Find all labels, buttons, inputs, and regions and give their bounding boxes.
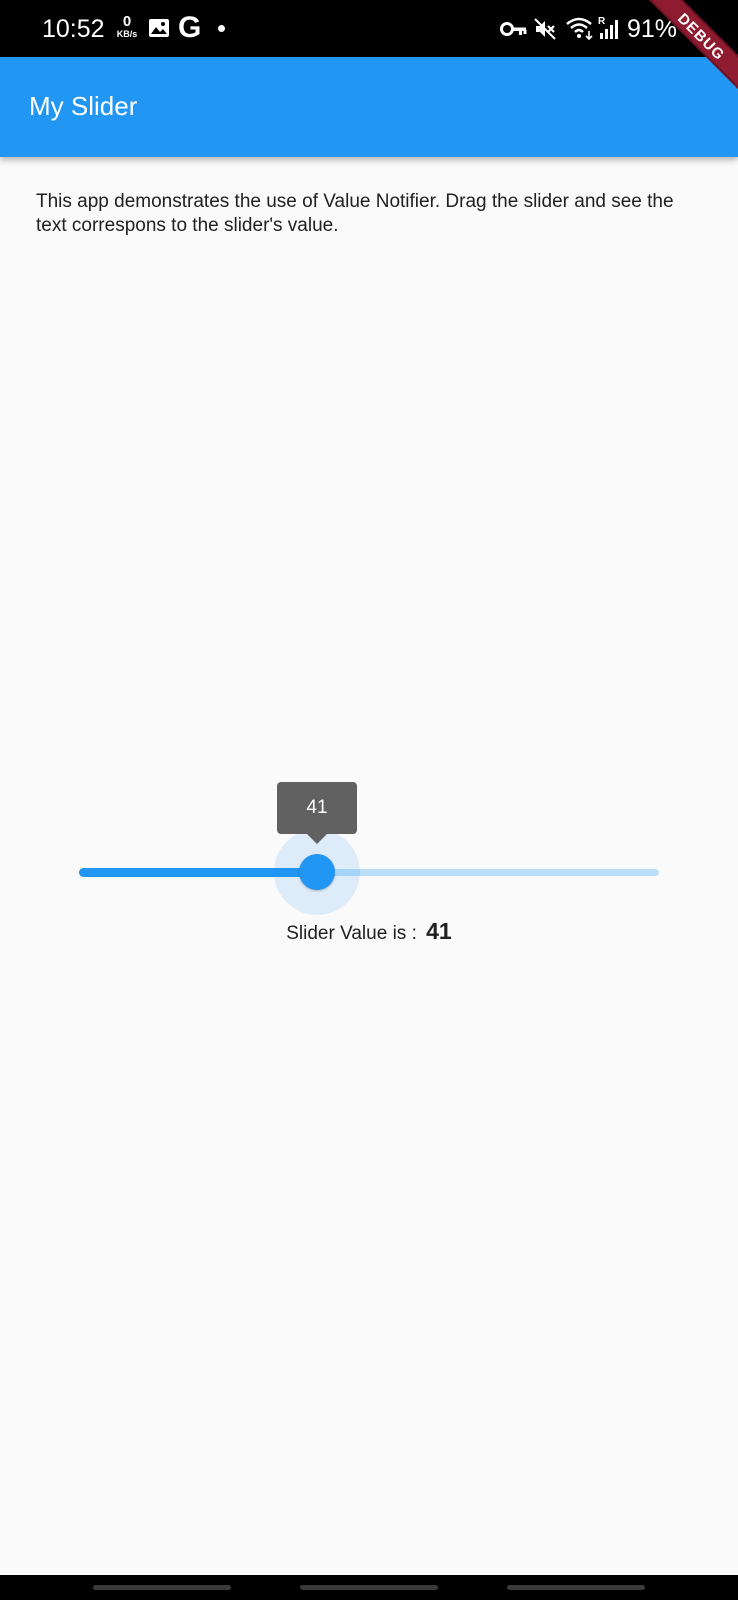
nav-recents-handle[interactable]	[93, 1585, 231, 1590]
nav-back-handle[interactable]	[507, 1585, 645, 1590]
slider-value-prefix: Slider Value is :	[286, 923, 423, 944]
notification-dot-icon	[218, 25, 225, 32]
slider-value-indicator: 41	[277, 782, 357, 844]
system-nav-bar	[0, 1575, 738, 1600]
vpn-key-icon	[500, 20, 528, 43]
net-speed-indicator: 0 KB/s	[114, 14, 140, 39]
slider-thumb[interactable]	[299, 854, 335, 890]
net-speed-value: 0	[122, 13, 132, 30]
svg-text:R: R	[598, 16, 606, 27]
slider-value-text: Slider Value is : 41	[0, 918, 738, 947]
signal-icon: R	[598, 15, 622, 46]
google-icon: G	[178, 11, 202, 44]
status-time: 10:52	[42, 15, 105, 43]
slider-value-number: 41	[426, 918, 452, 944]
wifi-icon	[565, 15, 595, 46]
gallery-icon	[148, 18, 170, 43]
status-bar: 10:52 0 KB/s G R 91%	[0, 0, 738, 57]
app-title: My Slider	[29, 91, 138, 121]
net-speed-unit: KB/s	[116, 29, 138, 39]
nav-home-handle[interactable]	[300, 1585, 438, 1590]
description-text: This app demonstrates the use of Value N…	[36, 191, 674, 236]
mute-icon	[533, 17, 557, 46]
value-slider[interactable]: 41	[79, 782, 659, 915]
app-bar: My Slider	[0, 57, 738, 157]
